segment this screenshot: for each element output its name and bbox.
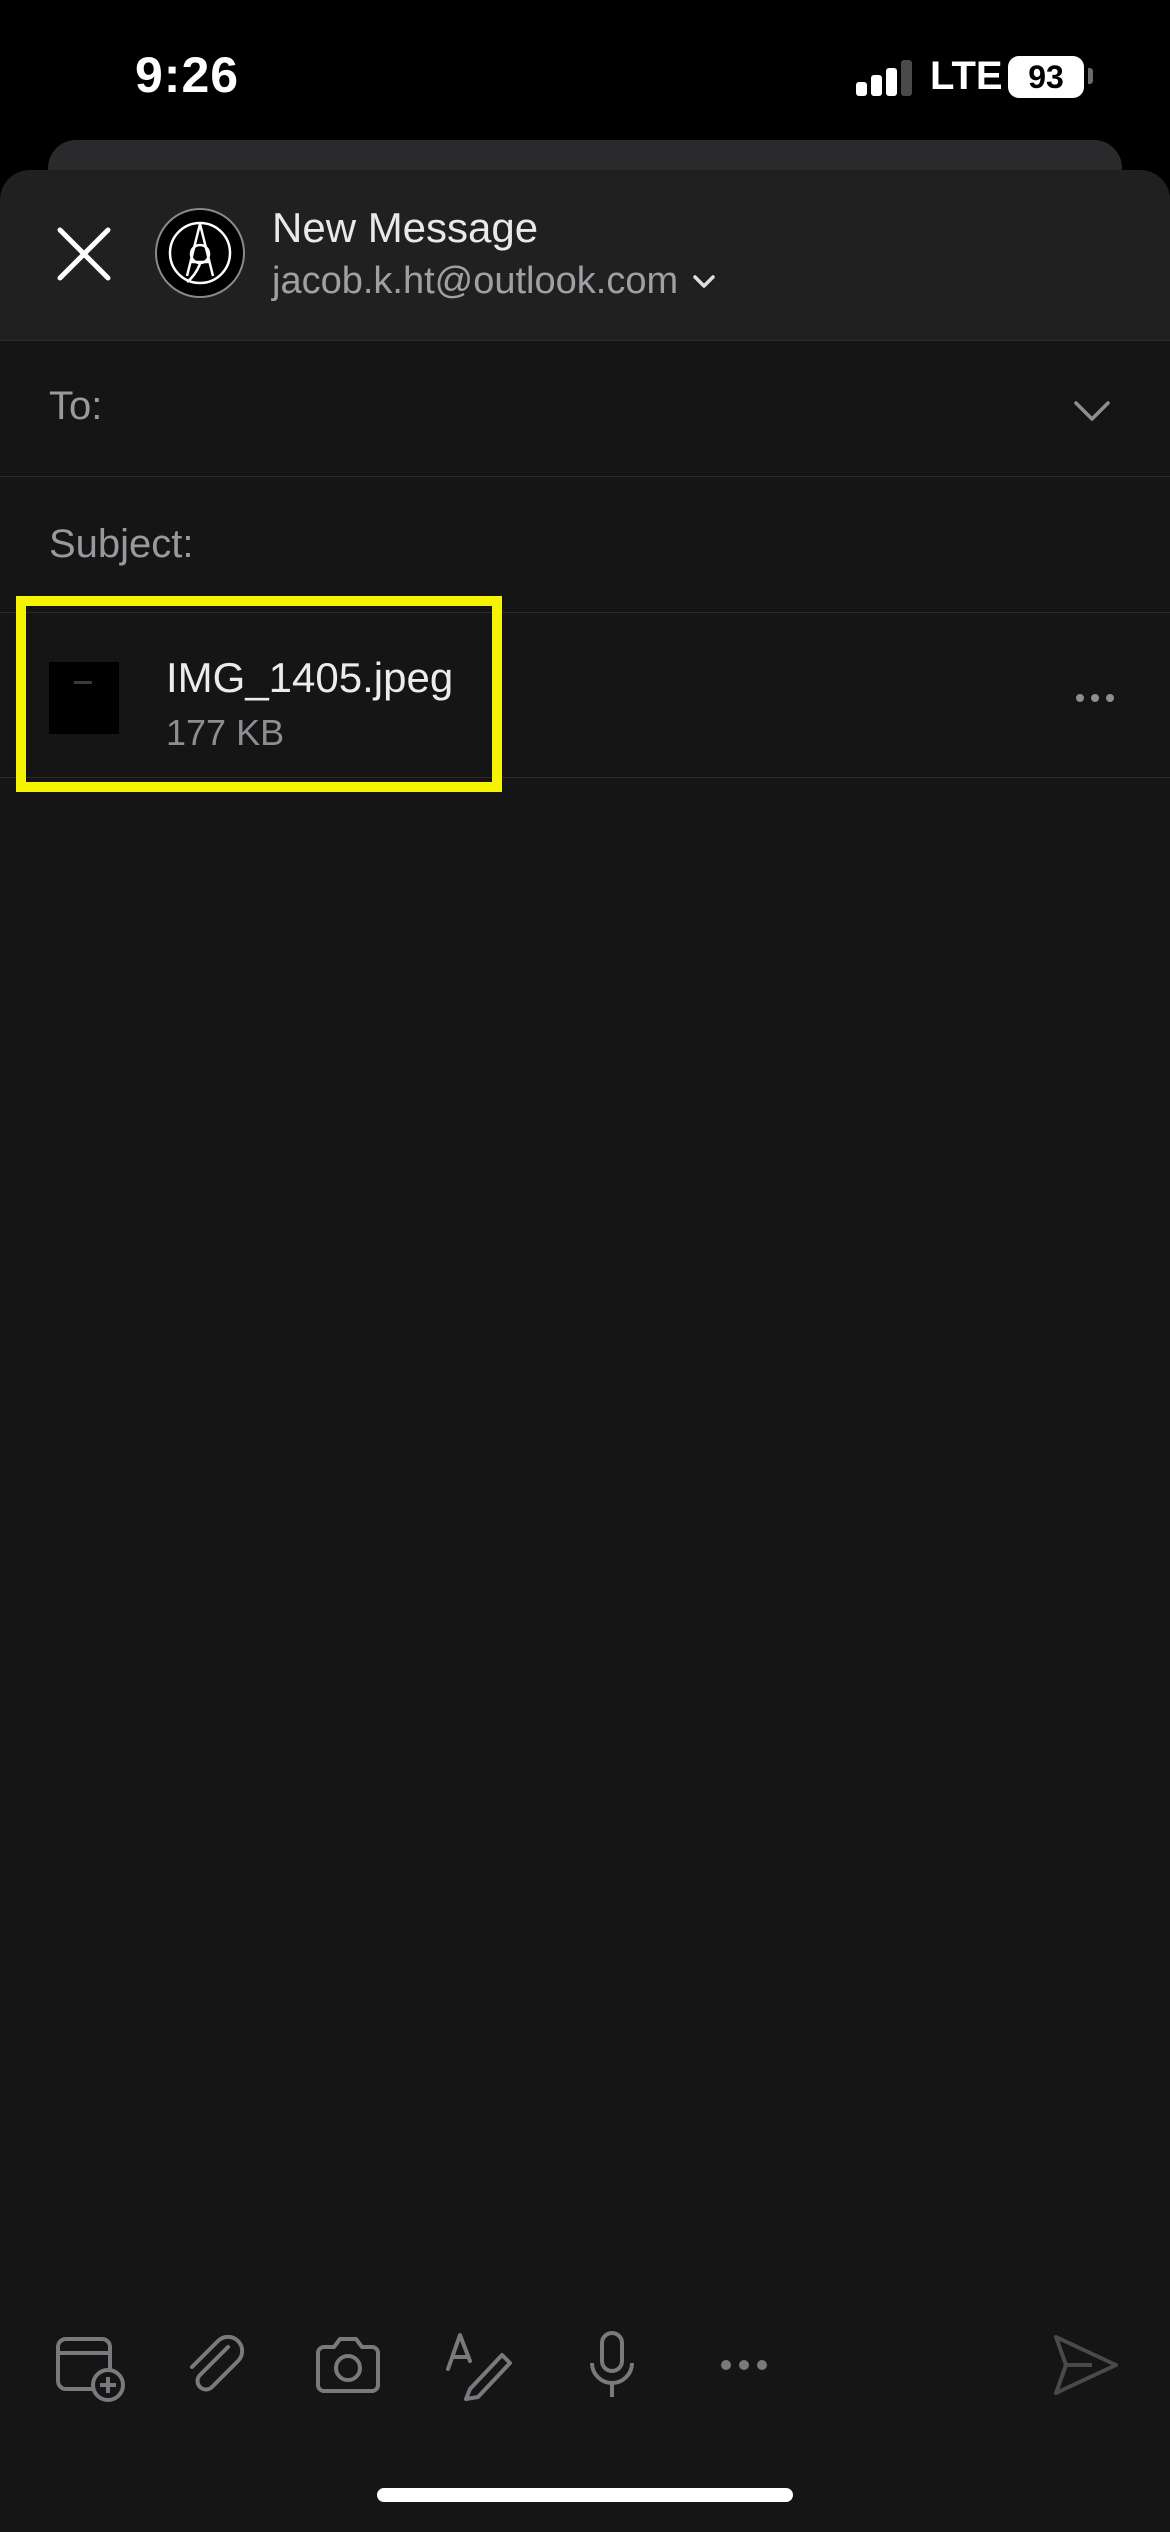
draw-icon[interactable] (440, 2325, 520, 2405)
cellular-signal-icon (856, 60, 912, 96)
to-field[interactable]: To: (0, 340, 1170, 477)
more-dot (1076, 694, 1084, 702)
attachment-more-button[interactable] (1076, 678, 1124, 718)
compose-title: New Message (272, 204, 539, 251)
subject-label: Subject: (49, 522, 194, 566)
status-time: 9:26 (135, 47, 240, 103)
compose-sheet: New Message jacob.k.ht@outlook.com To: S… (0, 170, 1170, 2532)
expand-recipients-chevron-icon[interactable] (1070, 388, 1114, 432)
more-icon[interactable] (704, 2325, 784, 2405)
from-email: jacob.k.ht@outlook.com (272, 259, 679, 302)
battery-nub (1088, 68, 1093, 84)
close-icon (57, 227, 111, 281)
status-bar: 9:26 LTE 93 (0, 0, 1170, 150)
account-avatar[interactable] (155, 208, 245, 298)
camera-icon[interactable] (308, 2325, 388, 2405)
from-account-selector[interactable]: jacob.k.ht@outlook.com (272, 256, 718, 306)
close-button[interactable] (44, 214, 124, 294)
send-icon[interactable] (1046, 2325, 1126, 2405)
home-indicator[interactable] (377, 2488, 793, 2502)
to-label: To: (49, 384, 103, 428)
more-dot (1091, 694, 1099, 702)
compose-header: New Message jacob.k.ht@outlook.com (0, 170, 1170, 341)
battery-icon: 93 (1008, 56, 1084, 98)
attachment-highlight-box (16, 596, 502, 792)
calendar-add-icon[interactable] (48, 2325, 128, 2405)
monogram-icon (168, 221, 232, 285)
network-type: LTE (930, 54, 1003, 98)
subject-field[interactable]: Subject: (0, 476, 1170, 613)
microphone-icon[interactable] (572, 2325, 652, 2405)
compose-toolbar (0, 2325, 1170, 2405)
more-dot (1106, 694, 1114, 702)
paperclip-icon[interactable] (176, 2325, 256, 2405)
chevron-down-icon (693, 275, 715, 288)
